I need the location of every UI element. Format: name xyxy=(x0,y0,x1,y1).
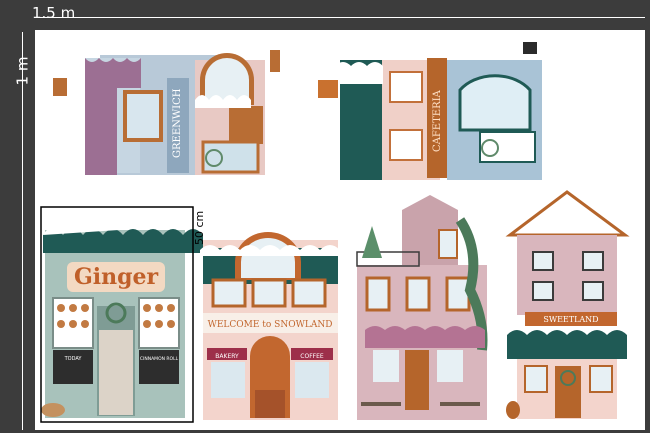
cafeteria-sign: CAFETERIA xyxy=(432,89,443,152)
ginger-sign: Ginger xyxy=(74,264,159,290)
sweetland-shop: SWEETLAND xyxy=(505,190,630,419)
snowland-awning-right: COFFEE xyxy=(300,353,324,360)
ginger-board-left: TODAY xyxy=(64,356,83,362)
ginger-board-right: CINNAMON ROLL xyxy=(140,356,179,362)
greenwich-shop: GREENWICH xyxy=(53,50,280,175)
ginger-shop: Ginger TODAY CINNAMON ROLL xyxy=(41,215,203,418)
artwork-sheet: GREENWICH CAFETERIA Ginger TODAY CINNAMO… xyxy=(35,30,645,430)
width-dimension-label: 1.5 m xyxy=(32,4,76,22)
height-dimension-line xyxy=(22,32,23,430)
snowland-shop: WELCOME to SNOWLAND BAKERY COFFEE xyxy=(200,232,340,420)
storefront-illustration: GREENWICH CAFETERIA Ginger TODAY CINNAMO… xyxy=(40,42,630,423)
panel-dimension-label: 50 cm xyxy=(193,211,206,245)
width-dimension-line xyxy=(35,17,645,18)
cafeteria-shop: CAFETERIA xyxy=(318,42,542,180)
snowland-sign: WELCOME to SNOWLAND xyxy=(208,320,333,330)
snowland-awning-left: BAKERY xyxy=(215,353,239,360)
sweetland-sign: SWEETLAND xyxy=(543,315,598,324)
greenwich-sign: GREENWICH xyxy=(172,88,183,158)
vine-shop xyxy=(356,195,488,420)
